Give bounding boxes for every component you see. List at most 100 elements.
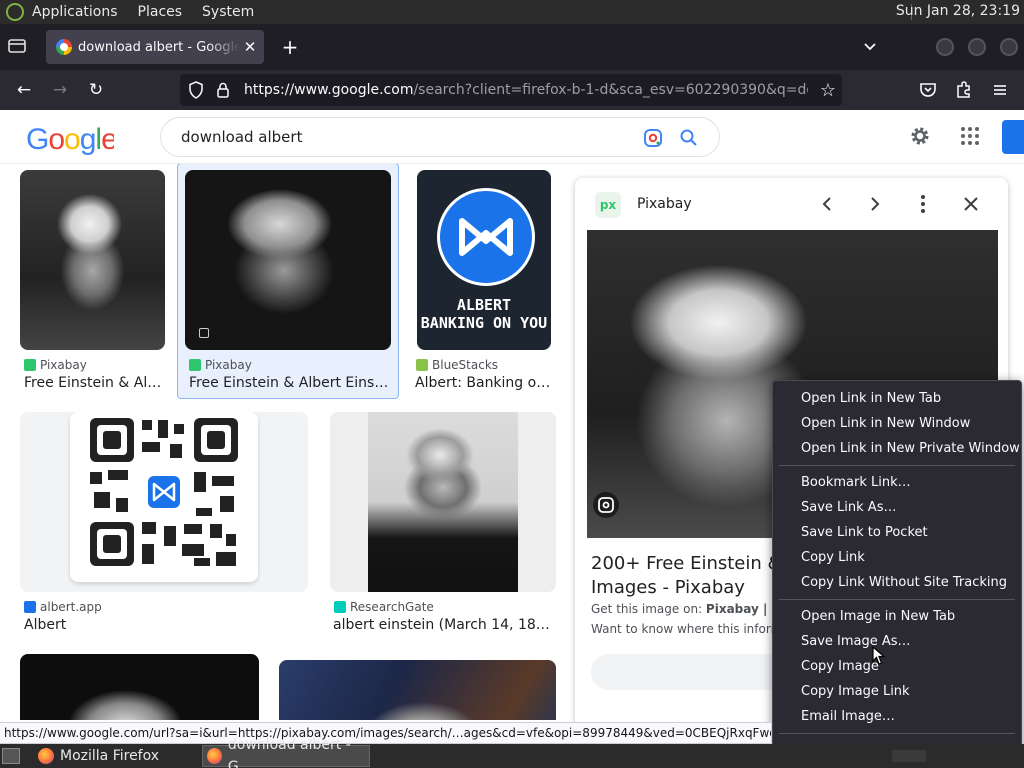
menu-separator [779, 733, 1015, 734]
previous-image-icon[interactable] [815, 192, 839, 216]
distro-logo-icon[interactable] [6, 3, 24, 21]
result-caption-3[interactable]: Albert: Banking on you [415, 375, 555, 391]
taskbar-item-firefox[interactable]: Mozilla Firefox [34, 745, 194, 767]
menu-separator [779, 599, 1015, 600]
taskbar-item-label: Mozilla Firefox [60, 748, 160, 764]
result-caption-1[interactable]: Free Einstein & Albert Einstein Images [24, 375, 164, 391]
system-top-panel: Applications Places System Sun Jan 28, 2… [0, 0, 1024, 24]
maximize-window-icon[interactable] [968, 38, 986, 56]
menu-save-link-as[interactable]: Save Link As… [773, 495, 1021, 520]
close-tab-icon[interactable]: ✕ [240, 38, 260, 56]
einstein-portrait-image [368, 412, 518, 592]
menu-copy-link[interactable]: Copy Link [773, 545, 1021, 570]
result-thumbnail-7[interactable] [279, 660, 556, 720]
preview-source-name[interactable]: Pixabay [637, 196, 692, 212]
navigation-toolbar: ← → ↻ https://www.google.com/search?clie… [0, 70, 1024, 110]
tab-active[interactable]: download albert - Google Search ✕ [46, 30, 264, 64]
bookmark-star-icon[interactable]: ☆ [820, 80, 836, 101]
show-desktop-icon[interactable] [2, 748, 20, 764]
menu-save-image-as[interactable]: Save Image As… [773, 629, 1021, 654]
hamburger-menu-icon[interactable] [990, 80, 1012, 100]
google-search-box[interactable]: download albert [160, 117, 720, 157]
pocket-icon[interactable] [918, 80, 940, 100]
search-input[interactable]: download albert [181, 128, 621, 146]
result-source-label: ResearchGate [350, 600, 434, 614]
result-thumbnail-3[interactable]: ALBERT BANKING ON YOU [417, 170, 551, 350]
bluestacks-icon [416, 359, 428, 371]
places-menu[interactable]: Places [138, 4, 183, 20]
clock[interactable]: Sun Jan 28, 23:19 [896, 3, 1020, 19]
result-caption-2[interactable]: Free Einstein & Albert Einstein Images [189, 375, 389, 391]
pixabay-icon [24, 359, 36, 371]
lock-icon[interactable] [216, 82, 230, 98]
firefox-view-icon[interactable] [6, 35, 32, 59]
poster-line-2: BANKING ON YOU [420, 314, 548, 332]
tab-strip: download albert - Google Search ✕ + [0, 24, 1024, 70]
url-text[interactable]: https://www.google.com/search?client=fir… [244, 82, 808, 98]
forward-button[interactable]: → [47, 78, 73, 102]
result-source-label: albert.app [40, 600, 102, 614]
menu-copy-image[interactable]: Copy Image [773, 654, 1021, 679]
albert-logo-icon [437, 188, 535, 286]
albert-app-icon [24, 601, 36, 613]
back-button[interactable]: ← [11, 78, 37, 102]
researchgate-icon [334, 601, 346, 613]
result-thumbnail-1[interactable] [20, 170, 165, 350]
url-host: https://www.google.com [244, 82, 414, 98]
menu-copy-image-link[interactable]: Copy Image Link [773, 679, 1021, 704]
gear-icon[interactable] [908, 124, 932, 148]
search-icon[interactable] [679, 128, 699, 148]
google-lens-icon[interactable] [643, 128, 663, 148]
menu-copy-link-without-tracking[interactable]: Copy Link Without Site Tracking [773, 570, 1021, 595]
result-caption-5[interactable]: albert einstein (March 14, 1879 - ... [333, 617, 553, 633]
result-thumbnail-4[interactable] [20, 412, 308, 592]
result-caption-4[interactable]: Albert [24, 617, 304, 633]
result-thumbnail-6[interactable] [20, 654, 259, 720]
menu-save-link-to-pocket[interactable]: Save Link to Pocket [773, 520, 1021, 545]
qr-code-icon [90, 418, 238, 566]
menu-open-image-new-tab[interactable]: Open Image in New Tab [773, 604, 1021, 629]
workspace-switcher[interactable] [892, 750, 926, 762]
taskbar-item-search-window[interactable]: download albert - G... [202, 737, 370, 768]
sign-in-button[interactable] [1002, 120, 1024, 154]
minimize-window-icon[interactable] [936, 38, 954, 56]
firefox-icon [38, 748, 54, 764]
result-source-5[interactable]: ResearchGate [334, 600, 434, 614]
new-tab-button[interactable]: + [278, 36, 302, 60]
more-options-icon[interactable] [911, 192, 935, 216]
lens-search-icon[interactable] [593, 492, 619, 518]
poster-line-1: ALBERT [456, 296, 512, 314]
image-badge-icon [199, 328, 209, 338]
menu-open-link-private-window[interactable]: Open Link in New Private Window [773, 436, 1021, 461]
result-source-3[interactable]: BlueStacks [416, 358, 498, 372]
result-thumbnail-5[interactable] [330, 412, 556, 592]
next-image-icon[interactable] [863, 192, 887, 216]
extensions-icon[interactable] [954, 80, 976, 100]
menu-bookmark-link[interactable]: Bookmark Link… [773, 470, 1021, 495]
close-icon[interactable] [959, 192, 983, 216]
google-logo[interactable]: Google [26, 122, 118, 164]
reload-button[interactable]: ↻ [83, 78, 109, 102]
result-source-2[interactable]: Pixabay [189, 358, 252, 372]
get-image-source[interactable]: Pixabay [706, 602, 759, 616]
url-bar[interactable]: https://www.google.com/search?client=fir… [180, 74, 842, 106]
result-thumbnail-2[interactable] [185, 170, 391, 350]
menu-separator [779, 465, 1015, 466]
menu-email-image[interactable]: Email Image… [773, 704, 1021, 729]
menu-open-link-new-tab[interactable]: Open Link in New Tab [773, 386, 1021, 411]
system-menu[interactable]: System [202, 4, 254, 20]
bottom-taskbar: Mozilla Firefox download albert - G... [0, 737, 1024, 768]
pixabay-logo-icon[interactable]: px [595, 192, 621, 218]
applications-menu[interactable]: Applications [32, 4, 118, 20]
result-source-label: BlueStacks [432, 358, 499, 372]
tracking-shield-icon[interactable] [188, 81, 204, 99]
svg-text:Google: Google [26, 123, 114, 156]
chevron-down-icon[interactable] [862, 38, 878, 58]
google-apps-icon[interactable] [960, 126, 980, 146]
close-window-icon[interactable] [1000, 38, 1018, 56]
result-source-4[interactable]: albert.app [24, 600, 102, 614]
google-favicon-icon [56, 39, 72, 55]
menu-open-link-new-window[interactable]: Open Link in New Window [773, 411, 1021, 436]
result-source-label: Pixabay [205, 358, 252, 372]
result-source-1[interactable]: Pixabay [24, 358, 87, 372]
